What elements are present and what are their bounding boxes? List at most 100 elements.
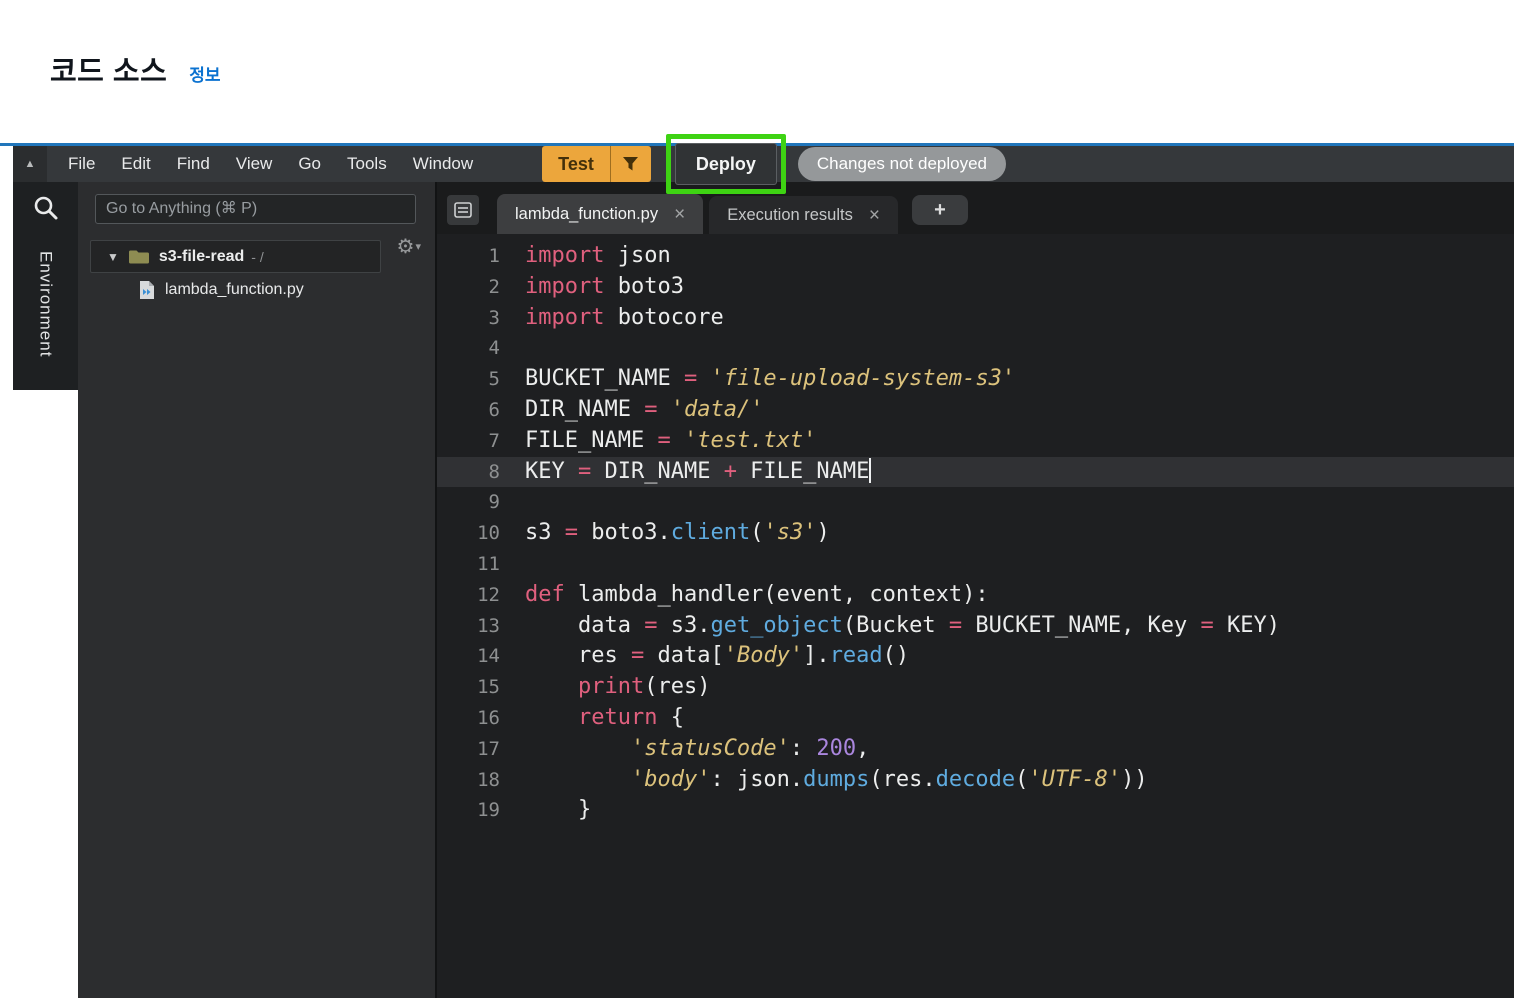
- left-dock-strip: Environment: [13, 182, 78, 390]
- file-name: lambda_function.py: [165, 281, 304, 298]
- close-icon[interactable]: ×: [674, 205, 685, 224]
- info-link[interactable]: 정보: [189, 61, 220, 86]
- line-number[interactable]: 5: [437, 364, 525, 395]
- test-button-label: Test: [558, 153, 594, 174]
- goto-anything-input[interactable]: [95, 194, 416, 224]
- folder-icon: [128, 249, 150, 265]
- code-text: data = s3.get_object(Bucket = BUCKET_NAM…: [525, 612, 1281, 638]
- code-line-11[interactable]: 11: [437, 549, 1514, 580]
- new-tab-button[interactable]: +: [911, 195, 968, 225]
- tree-folder-row[interactable]: ▼ s3-file-read - /: [90, 240, 381, 273]
- line-number[interactable]: 18: [437, 765, 525, 796]
- ide-container: ▲ File Edit Find View Go Tools Window Te…: [0, 134, 1514, 998]
- line-number[interactable]: 6: [437, 395, 525, 426]
- code-line-12[interactable]: 12 def lambda_handler(event, context):: [437, 580, 1514, 611]
- code-text: import botocore: [525, 304, 724, 330]
- code-text: }: [525, 797, 592, 823]
- tab-execution-results[interactable]: Execution results ×: [709, 196, 898, 234]
- close-icon[interactable]: ×: [869, 206, 880, 225]
- python-file-icon: [138, 280, 156, 300]
- search-icon[interactable]: [32, 194, 60, 227]
- code-editor[interactable]: 1 import json 2 import boto3 3 import botocor…: [437, 234, 1514, 998]
- menu-view[interactable]: View: [223, 154, 286, 174]
- line-number[interactable]: 19: [437, 795, 525, 826]
- disclosure-triangle-icon[interactable]: ▼: [107, 250, 119, 264]
- code-text: 'statusCode': 200,: [630, 735, 870, 761]
- code-line-4[interactable]: 4: [437, 333, 1514, 364]
- menu-window[interactable]: Window: [400, 154, 486, 174]
- code-text: FILE_NAME = 'test.txt': [525, 427, 817, 453]
- editor-column: lambda_function.py × Execution results ×…: [437, 182, 1514, 998]
- page-title: 코드 소스: [50, 56, 168, 88]
- file-explorer-panel: ⚙▾ ▼ s3-file-read - /: [78, 182, 437, 998]
- menu-go[interactable]: Go: [285, 154, 334, 174]
- code-text: DIR_NAME = 'data/': [525, 396, 764, 422]
- code-line-3[interactable]: 3 import botocore: [437, 303, 1514, 334]
- code-line-1[interactable]: 1 import json: [437, 241, 1514, 272]
- ide-main: Environment ⚙▾ ▼: [13, 182, 1514, 998]
- line-number[interactable]: 9: [437, 487, 525, 518]
- menu-tools[interactable]: Tools: [334, 154, 400, 174]
- menu-bar: ▲ File Edit Find View Go Tools Window Te…: [13, 134, 1514, 194]
- code-line-13[interactable]: 13 data = s3.get_object(Bucket = BUCKET_…: [437, 611, 1514, 642]
- menu-items: File Edit Find View Go Tools Window: [55, 154, 486, 174]
- code-line-15[interactable]: 15 print(res): [437, 672, 1514, 703]
- code-text: KEY = DIR_NAME + FILE_NAME: [525, 457, 872, 484]
- code-text: import json: [525, 243, 671, 268]
- code-text: import boto3: [525, 273, 684, 299]
- menu-edit[interactable]: Edit: [108, 154, 163, 174]
- folder-path-suffix: - /: [251, 248, 264, 265]
- code-line-7[interactable]: 7 FILE_NAME = 'test.txt': [437, 426, 1514, 457]
- code-line-16[interactable]: 16 return {: [437, 703, 1514, 734]
- line-number[interactable]: 4: [437, 333, 525, 364]
- settings-gear-icon[interactable]: ⚙▾: [397, 234, 421, 259]
- code-text: 'body': json.dumps(res.decode('UTF-8')): [630, 766, 1148, 792]
- code-line-9[interactable]: 9: [437, 487, 1514, 518]
- line-number[interactable]: 2: [437, 272, 525, 303]
- code-line-8[interactable]: 8 KEY = DIR_NAME + FILE_NAME: [437, 456, 1514, 488]
- code-line-18[interactable]: 18 'body': json.dumps(res.decode('UTF-8'…: [437, 765, 1514, 796]
- line-number[interactable]: 12: [437, 580, 525, 611]
- line-number[interactable]: 16: [437, 703, 525, 734]
- filter-funnel-icon: [611, 156, 651, 172]
- code-line-2[interactable]: 2 import boto3: [437, 272, 1514, 303]
- line-number[interactable]: 10: [437, 518, 525, 549]
- code-line-19[interactable]: 19 }: [437, 795, 1514, 826]
- deploy-button[interactable]: Deploy: [674, 143, 777, 185]
- code-text: def lambda_handler(event, context):: [525, 581, 989, 607]
- tab-list-button[interactable]: [447, 195, 479, 225]
- collapse-panel-button[interactable]: ▲: [13, 146, 47, 182]
- line-number[interactable]: 13: [437, 611, 525, 642]
- line-number[interactable]: 3: [437, 303, 525, 334]
- line-number[interactable]: 11: [437, 549, 525, 580]
- environment-panel-tab[interactable]: Environment: [36, 251, 56, 357]
- left-dock: Environment: [13, 182, 78, 998]
- code-lines: 1 import json 2 import boto3 3 import botocor…: [437, 241, 1514, 826]
- line-number[interactable]: 1: [437, 241, 525, 272]
- code-line-6[interactable]: 6 DIR_NAME = 'data/': [437, 395, 1514, 426]
- deploy-status-badge: Changes not deployed: [797, 147, 1007, 181]
- tree-file-row[interactable]: lambda_function.py: [90, 273, 435, 307]
- tab-bar: lambda_function.py × Execution results ×…: [437, 182, 1514, 234]
- code-text: res = data['Body'].read(): [525, 643, 910, 669]
- code-line-5[interactable]: 5 BUCKET_NAME = 'file-upload-system-s3': [437, 364, 1514, 395]
- caret-down-icon: ▾: [415, 241, 421, 253]
- code-line-14[interactable]: 14 res = data['Body'].read(): [437, 641, 1514, 672]
- line-number[interactable]: 17: [437, 734, 525, 765]
- code-text: s3 = boto3.client('s3'): [525, 520, 830, 546]
- tab-lambda-function-py[interactable]: lambda_function.py ×: [497, 194, 704, 234]
- tab-label: lambda_function.py: [515, 204, 659, 223]
- console-header: 코드 소스 정보: [0, 0, 1514, 143]
- line-number[interactable]: 15: [437, 672, 525, 703]
- menu-file[interactable]: File: [55, 154, 108, 174]
- app-root: 코드 소스 정보 ▲ File Edit Find View Go Tools …: [0, 0, 1514, 998]
- line-number[interactable]: 14: [437, 641, 525, 672]
- folder-name: s3-file-read: [158, 247, 245, 265]
- menu-find[interactable]: Find: [164, 154, 223, 174]
- code-line-17[interactable]: 17 'statusCode': 200,: [437, 734, 1514, 765]
- code-line-10[interactable]: 10 s3 = boto3.client('s3'): [437, 518, 1514, 549]
- chevron-up-icon: ▲: [24, 158, 36, 170]
- test-button[interactable]: Test: [542, 146, 651, 182]
- line-number[interactable]: 7: [437, 426, 525, 457]
- line-number[interactable]: 8: [437, 457, 525, 488]
